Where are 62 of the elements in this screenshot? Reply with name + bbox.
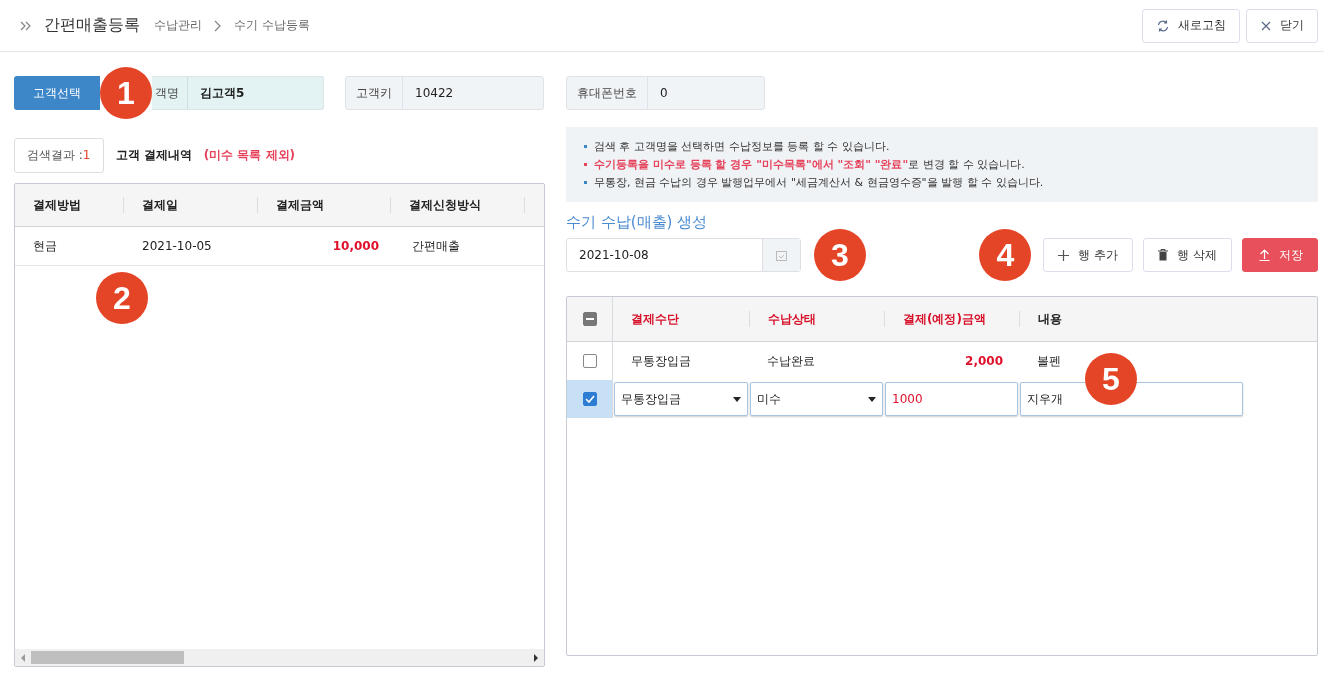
breadcrumb-item[interactable]: 수납관리 <box>154 17 202 34</box>
step-marker: 2 <box>96 272 148 324</box>
step-marker: 3 <box>814 229 866 281</box>
delete-row-button[interactable]: 행 삭제 <box>1143 238 1232 272</box>
upload-icon <box>1259 249 1270 261</box>
step-marker: 4 <box>979 229 1032 281</box>
chevron-icon <box>214 19 222 32</box>
status-dropdown[interactable]: 미수 <box>750 382 883 416</box>
scroll-right-icon[interactable] <box>533 652 539 663</box>
add-row-button[interactable]: 행 추가 <box>1043 238 1134 272</box>
column-header[interactable]: 내용 <box>1019 311 1154 327</box>
table-cell-text: 10,000 <box>331 239 380 253</box>
table-cell-text: 2021-10-05 <box>141 239 213 253</box>
bullet-icon <box>584 145 587 148</box>
column-header[interactable]: 결제방법 <box>15 197 123 213</box>
column-header[interactable]: 결제신청방식 <box>390 197 525 213</box>
column-header[interactable]: 결제일 <box>123 197 257 213</box>
section-note: (미수 목록 제외) <box>203 147 295 164</box>
table-cell-text: 간편매출 <box>411 237 461 255</box>
double-chevron-icon <box>20 20 32 31</box>
horizontal-scrollbar[interactable] <box>15 649 544 666</box>
column-header[interactable]: 결제수단 <box>613 311 749 327</box>
section-title: 수기 수납(매출) 생성 <box>566 213 709 232</box>
refresh-icon <box>1156 18 1170 33</box>
caret-icon <box>733 396 741 402</box>
table-cell-text: 무통장입금 <box>630 352 692 370</box>
column-header[interactable]: 결제(예정)금액 <box>884 311 1019 327</box>
step-marker: 1 <box>100 67 152 119</box>
phone-field: 휴대폰번호 0 <box>566 76 765 110</box>
breadcrumb-item[interactable]: 수기 수납등록 <box>234 17 310 34</box>
column-header[interactable]: 수납상태 <box>749 311 884 327</box>
plus-icon <box>1058 249 1070 261</box>
table-cell-text: 볼펜 <box>1036 352 1061 370</box>
trash-icon <box>1158 249 1169 261</box>
notice-text: 무통장, 현금 수납의 경우 발행업무에서 "세금계산서 & 현금영수증"을 발행 할 수 있습니다. <box>594 175 1044 190</box>
caret-icon <box>868 396 876 402</box>
notice-text: 검색 후 고객명을 선택하면 수납정보를 등록 할 수 있습니다. <box>594 139 890 154</box>
row-checkbox[interactable] <box>582 392 597 406</box>
row-checkbox[interactable] <box>582 354 597 368</box>
refresh-button[interactable]: 새로고침 <box>1142 8 1240 43</box>
bullet-icon <box>584 163 587 166</box>
customer-key-field: 고객키 10422 <box>345 76 544 110</box>
customer-select-button[interactable]: 고객선택 <box>14 76 100 110</box>
table-cell-text: 현금 <box>32 237 58 255</box>
customer-name-field: 객명 김고객5 <box>152 76 324 110</box>
step-marker: 5 <box>1085 353 1137 405</box>
save-button[interactable]: 저장 <box>1242 238 1318 272</box>
close-button[interactable]: 닫기 <box>1246 8 1318 43</box>
select-all-checkbox[interactable] <box>582 312 597 326</box>
close-icon <box>1260 19 1272 32</box>
section-title: 고객 결제내역 <box>115 147 192 164</box>
result-count: 검색결과 :1 <box>14 138 104 173</box>
table-cell-text: 수납완료 <box>766 352 816 370</box>
notice-text: 수기등록을 미수로 등록 할 경우 "미수목록"에서 "조회" "완료"로 변경 할 수 있습니다. <box>594 157 1025 172</box>
amount-input[interactable]: 1000 <box>885 382 1018 416</box>
date-field[interactable]: 2021-10-08 <box>566 238 801 272</box>
scroll-left-icon[interactable] <box>20 652 26 663</box>
column-header[interactable]: 결제금액 <box>256 197 391 213</box>
payment-method-dropdown[interactable]: 무통장입금 <box>614 382 748 416</box>
page-title: 간편매출등록 <box>44 15 140 36</box>
bullet-icon <box>584 181 587 184</box>
table-cell-text: 2,000 <box>964 353 1004 370</box>
